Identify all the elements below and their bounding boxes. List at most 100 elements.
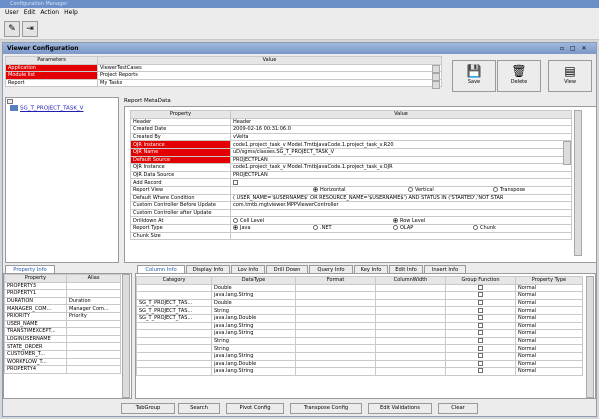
table-row[interactable]: java.lang.String [211, 351, 296, 361]
group-function-checkbox[interactable] [478, 323, 483, 328]
table-row[interactable] [136, 329, 212, 338]
group-function-checkbox[interactable] [478, 353, 483, 359]
table-row[interactable] [375, 321, 446, 331]
table-row[interactable]: USER_NAME [4, 319, 67, 329]
menu-help[interactable]: Help [64, 8, 78, 18]
param-value[interactable]: ViewerTestCases [97, 63, 442, 73]
table-row[interactable] [295, 321, 376, 331]
table-row[interactable]: Normal [515, 298, 583, 308]
radio-java[interactable] [233, 225, 238, 231]
radio-vertical[interactable] [408, 187, 413, 193]
group-function-checkbox[interactable] [478, 300, 483, 306]
window-controls[interactable]: ▫ □ ✕ [560, 43, 596, 54]
exit-icon[interactable]: ⇥ [22, 21, 38, 37]
table-row[interactable]: Normal [515, 367, 583, 376]
table-row[interactable] [375, 283, 446, 293]
table-row[interactable] [136, 283, 212, 293]
table-row[interactable]: TRANSTIMEXCEPT... [4, 327, 67, 336]
meta-value[interactable]: PROJECTPLAN [230, 155, 572, 165]
table-row[interactable]: java.lang.Double [211, 313, 296, 323]
transpose-config-button[interactable]: Transpose Config [290, 403, 362, 414]
table-row[interactable] [295, 329, 376, 338]
table-row[interactable] [136, 351, 212, 361]
metadata-scrollbar[interactable] [574, 110, 582, 256]
table-row[interactable]: String [211, 306, 296, 315]
property-scrollbar[interactable] [122, 274, 130, 398]
table-row[interactable] [66, 342, 121, 351]
table-row[interactable] [295, 351, 376, 361]
table-row[interactable]: String [211, 344, 296, 353]
table-row[interactable] [375, 306, 446, 315]
save-button[interactable]: 💾 Save [452, 60, 496, 92]
meta-value[interactable]: 2009-02-16 00:31:06.0 [230, 125, 572, 134]
meta-value[interactable]: com.tmtb.mgtviewer.MPPViewerController [230, 201, 572, 210]
table-row[interactable]: SG_T_PROJECT_TAS... [136, 298, 212, 308]
lookup-button[interactable] [563, 141, 571, 165]
table-row[interactable]: PRIORITY [4, 311, 67, 321]
meta-value[interactable] [230, 208, 572, 218]
table-row[interactable]: Normal [515, 329, 583, 338]
table-row[interactable] [375, 291, 446, 300]
meta-value[interactable]: code1.project_task_v Model.TmtbJavaCode.… [230, 163, 572, 172]
table-row[interactable] [66, 327, 121, 336]
meta-value[interactable] [230, 231, 572, 241]
add-record-checkbox[interactable] [233, 179, 238, 185]
table-row[interactable] [66, 357, 121, 367]
table-row[interactable] [295, 298, 376, 308]
table-row[interactable] [295, 313, 376, 323]
table-row[interactable] [375, 329, 446, 338]
radio-dotnet[interactable] [313, 225, 318, 231]
table-row[interactable] [375, 336, 446, 346]
radio-olap[interactable] [393, 225, 398, 231]
menu-action[interactable]: Action [40, 8, 59, 18]
meta-value[interactable]: ( USER_NAME='$USERNAME$' OR RESOURCE_NAM… [230, 193, 572, 203]
table-row[interactable]: Normal [515, 321, 583, 331]
param-dropdown-arrow[interactable] [432, 81, 440, 89]
table-row[interactable]: Normal [515, 306, 583, 315]
table-row[interactable] [295, 367, 376, 376]
table-row[interactable] [66, 349, 121, 359]
table-row[interactable]: java.lang.String [211, 367, 296, 376]
meta-value[interactable]: Header [230, 117, 572, 127]
table-row[interactable]: java.lang.Double [211, 359, 296, 369]
meta-value[interactable]: uD/sgms/classes.SG_T_PROJECT_TASK_V [230, 147, 572, 157]
table-row[interactable] [136, 336, 212, 346]
table-row[interactable] [375, 298, 446, 308]
view-button[interactable]: ▤ View [548, 60, 592, 92]
radio-cell-level[interactable] [233, 217, 238, 223]
table-row[interactable]: WORKFLOW_T... [4, 357, 67, 367]
table-row[interactable]: Normal [515, 336, 583, 346]
radio-horizontal[interactable] [313, 187, 318, 193]
table-row[interactable]: LOGINUSERNAME [4, 334, 67, 344]
table-row[interactable] [66, 319, 121, 329]
radio-row-level[interactable] [393, 217, 398, 223]
menu-edit[interactable]: Edit [24, 8, 36, 18]
table-row[interactable]: PROPERTY4 [4, 365, 67, 374]
table-row[interactable] [375, 344, 446, 353]
table-row[interactable] [66, 289, 121, 298]
table-row[interactable]: STATE_ORDER [4, 342, 67, 351]
table-row[interactable] [375, 367, 446, 376]
meta-value[interactable]: PROJECTPLAN [230, 170, 572, 180]
group-function-checkbox[interactable] [478, 307, 483, 313]
table-row[interactable]: Normal [515, 313, 583, 323]
table-row[interactable]: java.lang.String [211, 291, 296, 300]
group-function-checkbox[interactable] [478, 368, 483, 374]
table-row[interactable]: Normal [515, 344, 583, 353]
table-row[interactable] [66, 281, 121, 291]
table-row[interactable]: String [211, 336, 296, 346]
table-row[interactable]: Normal [515, 359, 583, 369]
table-row[interactable] [375, 351, 446, 361]
clear-button[interactable]: Clear [438, 403, 478, 414]
table-row[interactable]: MANAGER_COM... [4, 304, 67, 313]
param-value[interactable]: Project Reports [97, 71, 442, 80]
param-value[interactable]: My Tasks [97, 78, 442, 88]
table-row[interactable] [295, 291, 376, 300]
radio-chunk[interactable] [473, 225, 478, 231]
table-row[interactable]: DURATION [4, 296, 67, 306]
table-row[interactable] [295, 359, 376, 369]
table-row[interactable]: PROPERTY3 [4, 281, 67, 291]
table-row[interactable] [136, 291, 212, 300]
table-row[interactable] [136, 321, 212, 331]
param-dropdown-arrow[interactable] [432, 73, 440, 81]
